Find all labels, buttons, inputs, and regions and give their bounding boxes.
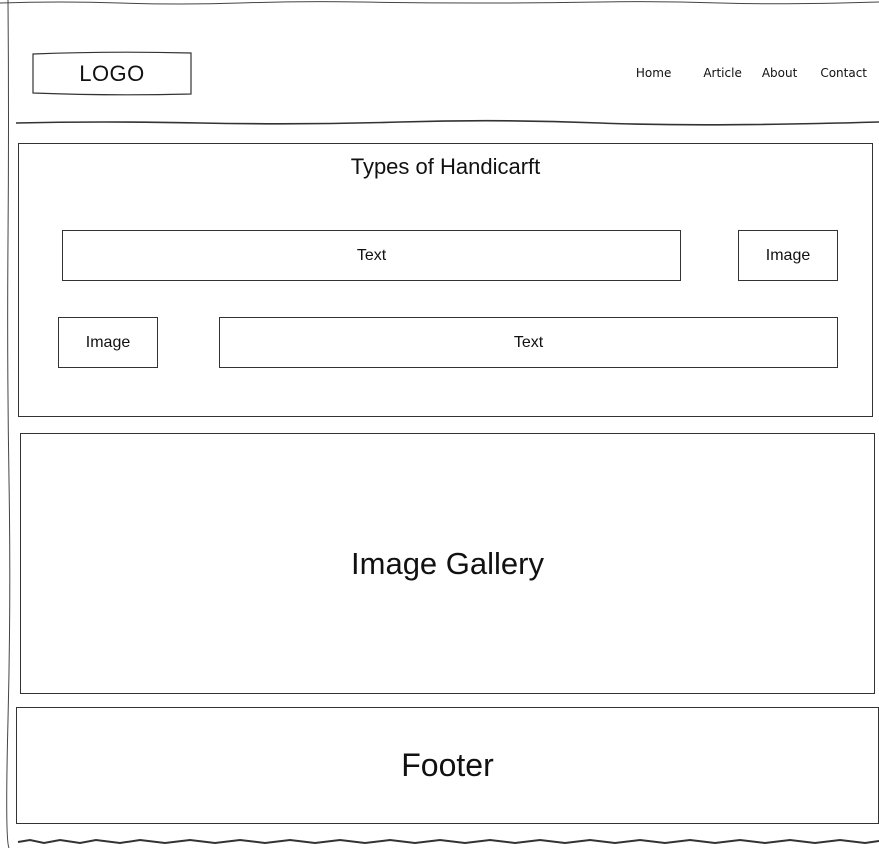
image-gallery-placeholder: Image Gallery xyxy=(20,433,875,694)
nav-about-link[interactable]: About xyxy=(762,66,797,82)
nav-home-link[interactable]: Home xyxy=(636,66,671,82)
top-border-line xyxy=(0,1,879,5)
nav-contact-link[interactable]: Contact xyxy=(820,66,867,82)
row1-image-placeholder: Image xyxy=(738,230,838,281)
header-separator-line xyxy=(15,119,879,126)
nav-article-link[interactable]: Article xyxy=(703,66,742,82)
row2-text-placeholder: Text xyxy=(219,317,838,368)
logo-placeholder[interactable]: LOGO xyxy=(33,53,191,94)
footer-placeholder: Footer xyxy=(16,707,879,824)
types-section-title: Types of Handicarft xyxy=(350,154,541,179)
wireframe-page: LOGO Home Article About Contact Types of… xyxy=(0,0,879,848)
top-nav: Home Article About Contact xyxy=(636,66,867,82)
left-border-line xyxy=(6,0,11,848)
row1-text-placeholder: Text xyxy=(62,230,681,281)
bottom-jagged-line xyxy=(17,838,879,845)
row2-image-placeholder: Image xyxy=(58,317,158,368)
